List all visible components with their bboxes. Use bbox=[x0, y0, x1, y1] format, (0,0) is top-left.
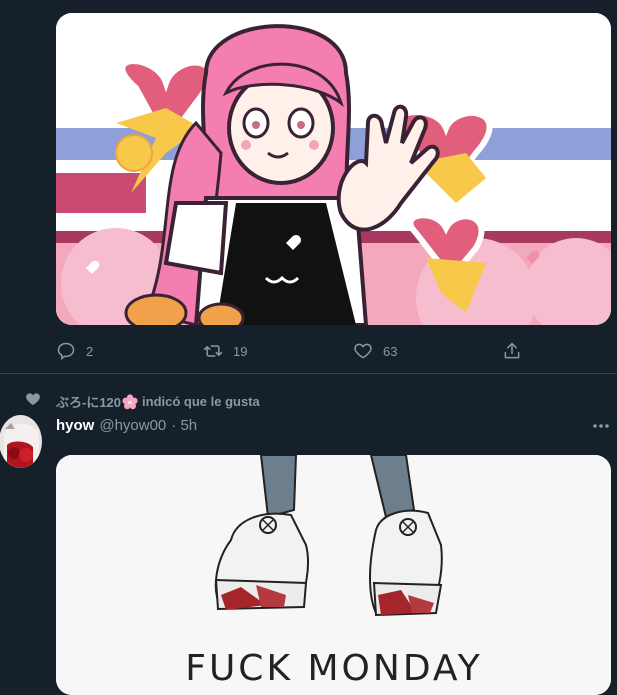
cherry-blossom-icon bbox=[122, 393, 138, 409]
user-handle[interactable]: @hyow00 bbox=[99, 417, 166, 439]
tweet-header: hyow @hyow00 · 5h bbox=[56, 417, 197, 439]
avatar-image bbox=[0, 415, 42, 468]
tweet-actions: 2 19 63 bbox=[56, 338, 556, 364]
tweet-image[interactable]: FUCK MONDAY bbox=[56, 455, 611, 695]
anime-girl-illustration bbox=[56, 13, 611, 325]
like-count: 63 bbox=[383, 343, 398, 359]
avatar[interactable] bbox=[0, 415, 42, 468]
reply-icon bbox=[57, 342, 75, 361]
share-icon bbox=[504, 342, 520, 359]
retweet-count: 19 bbox=[233, 343, 248, 359]
heart-filled-icon bbox=[26, 393, 40, 405]
liker-name[interactable]: ぶろ-に120 bbox=[56, 392, 121, 411]
social-context: ぶろ-に120 indicó que le gusta bbox=[0, 389, 617, 411]
liked-label: indicó que le gusta bbox=[142, 394, 260, 409]
image-caption: FUCK MONDAY bbox=[185, 648, 482, 689]
retweet-button[interactable]: 19 bbox=[203, 338, 247, 364]
like-button[interactable]: 63 bbox=[353, 338, 397, 364]
retweet-icon bbox=[203, 345, 223, 357]
social-context-text[interactable]: ぶろ-に120 indicó que le gusta bbox=[56, 392, 260, 411]
user-name[interactable]: hyow bbox=[56, 417, 94, 439]
share-button[interactable] bbox=[502, 338, 522, 364]
tweet-divider bbox=[0, 373, 617, 374]
tweet-image[interactable] bbox=[56, 13, 611, 325]
reply-count: 2 bbox=[86, 343, 94, 359]
more-options-icon[interactable] bbox=[592, 420, 610, 432]
sneakers-illustration: FUCK MONDAY bbox=[56, 455, 611, 695]
heart-icon bbox=[354, 343, 372, 359]
reply-button[interactable]: 2 bbox=[56, 338, 93, 364]
tweet-time[interactable]: · 5h bbox=[171, 417, 197, 439]
